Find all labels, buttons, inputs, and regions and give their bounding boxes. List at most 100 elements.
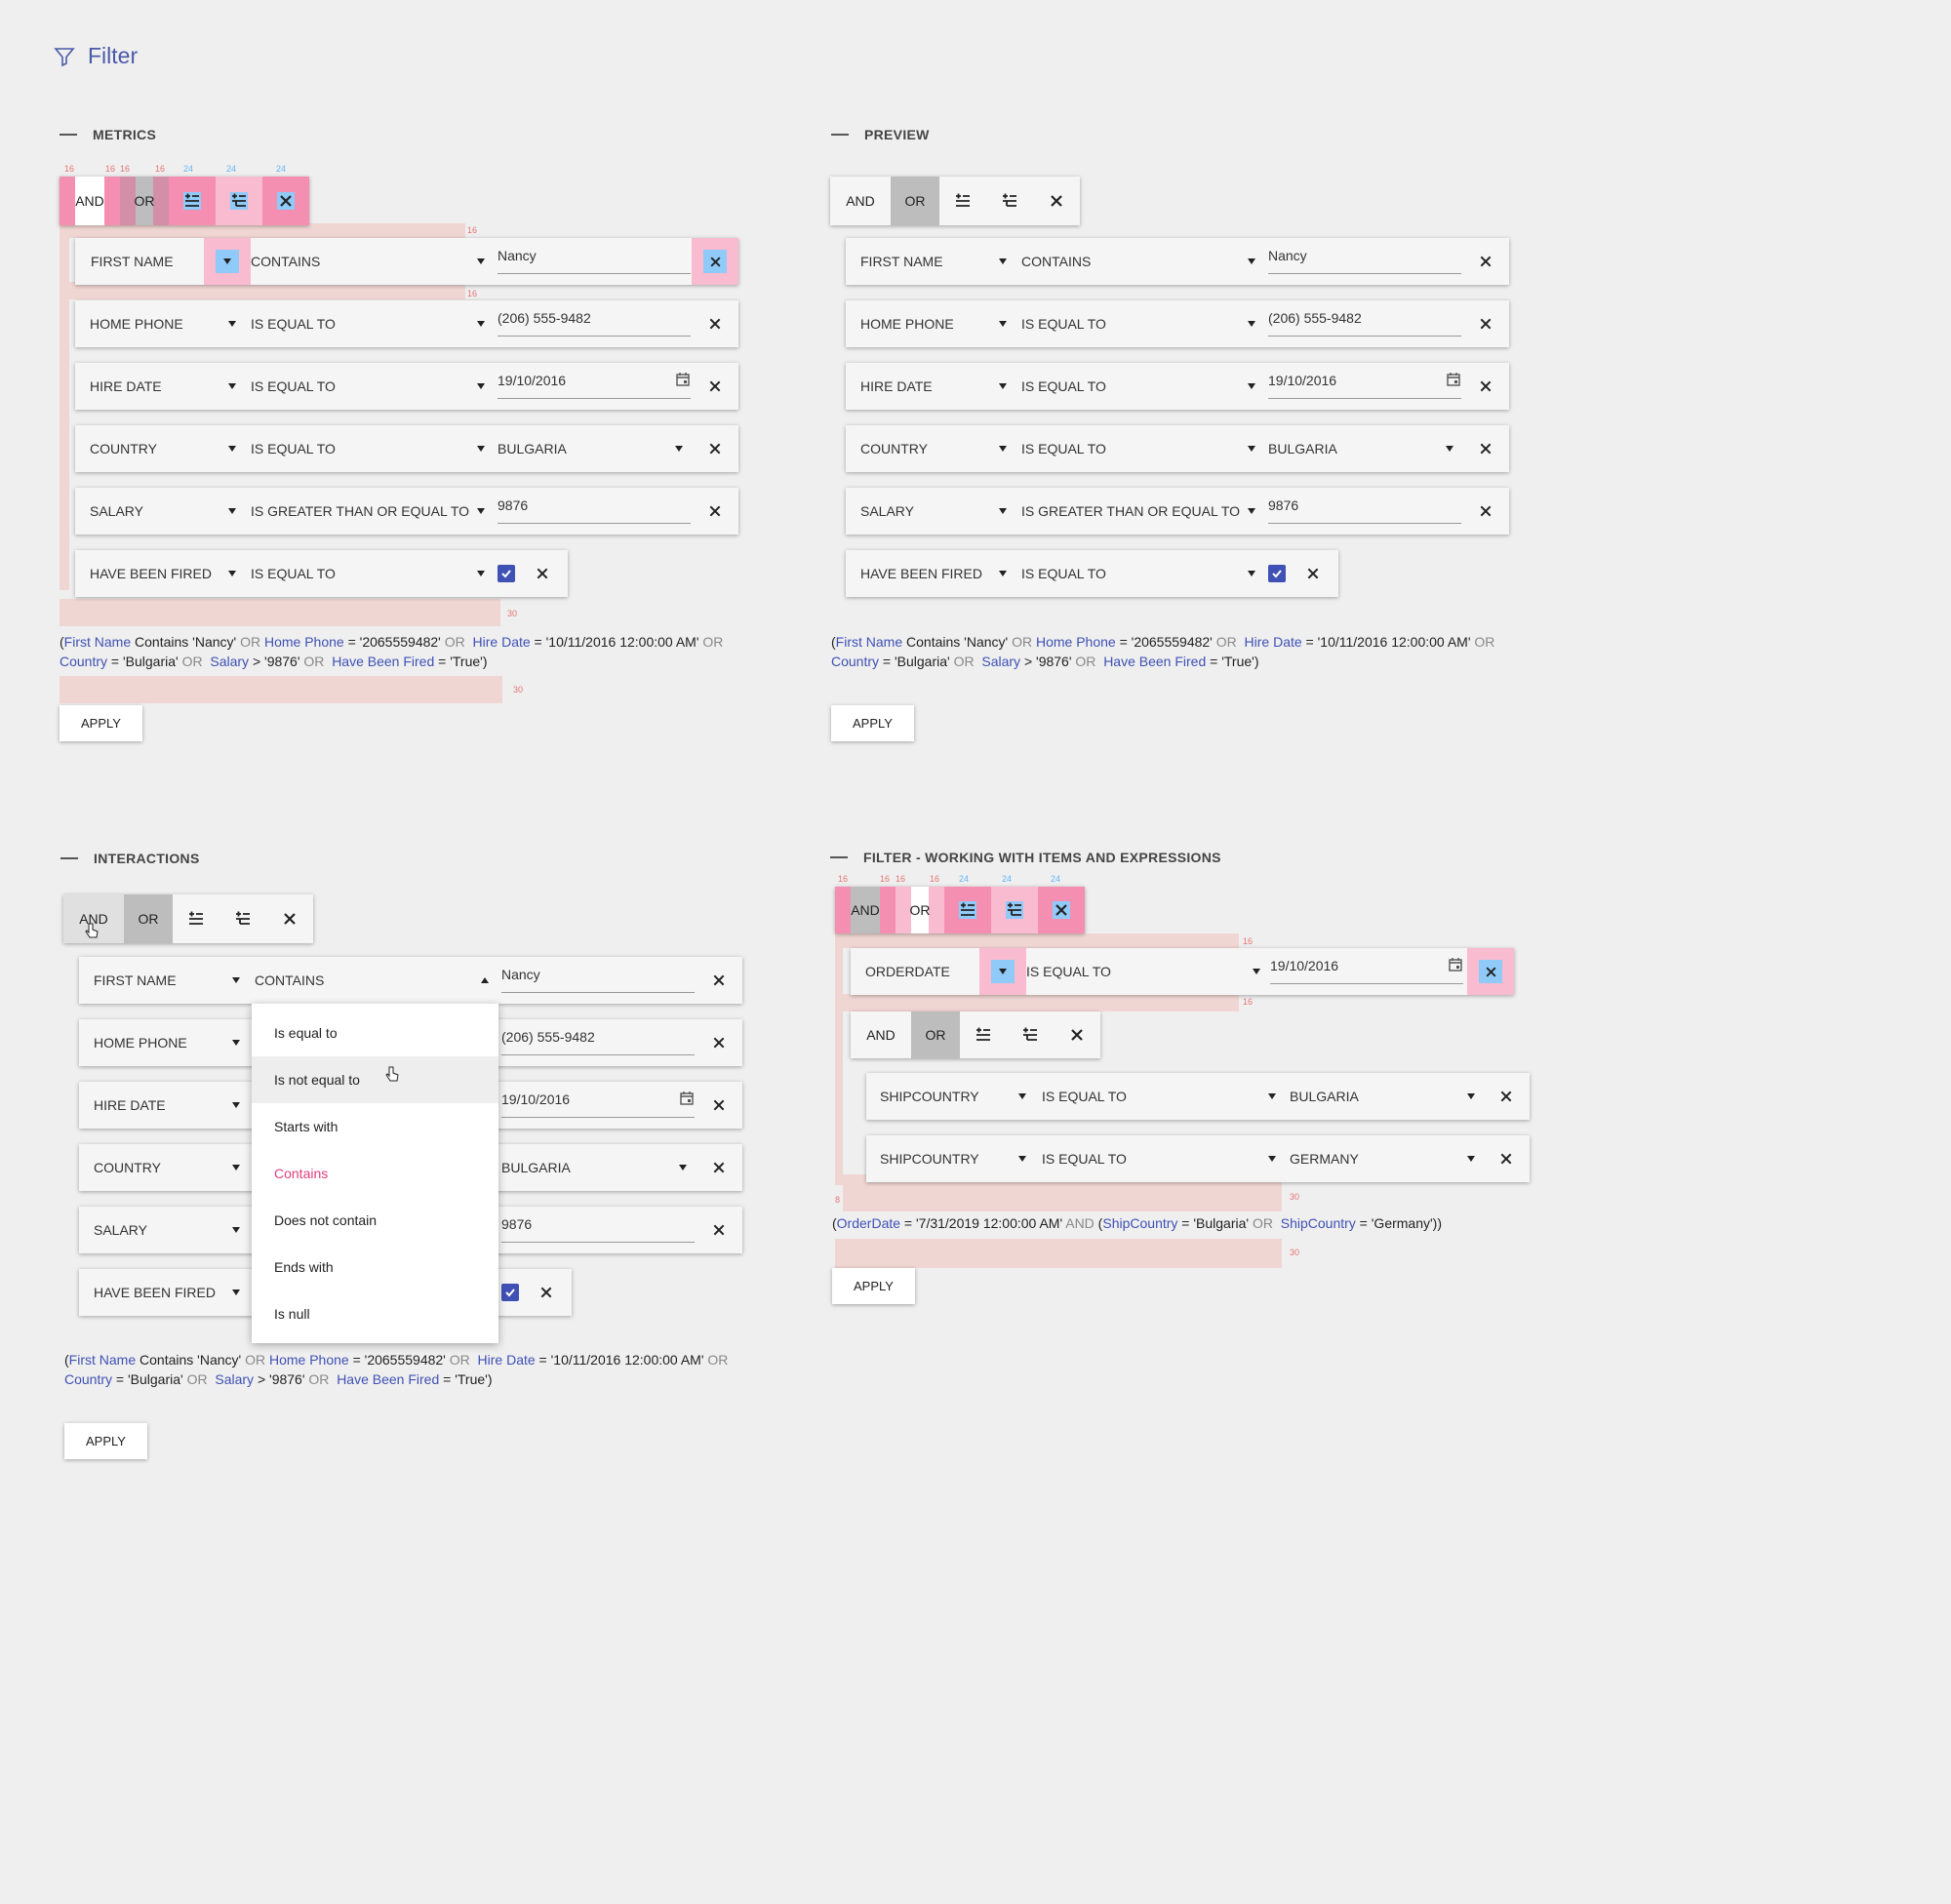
menu-item-selected[interactable]: Contains	[252, 1150, 498, 1197]
add-group-button[interactable]	[991, 887, 1038, 933]
field-select[interactable]: COUNTRY	[860, 425, 1007, 472]
condition-select[interactable]: IS EQUAL TO	[1021, 550, 1255, 597]
remove-row-button[interactable]	[703, 425, 727, 472]
condition-select[interactable]: IS EQUAL TO	[1021, 425, 1255, 472]
calendar-icon[interactable]	[675, 372, 691, 390]
field-select[interactable]: SHIPCOUNTRY	[880, 1135, 1026, 1182]
field-select[interactable]: HIRE DATE	[860, 363, 1007, 410]
remove-row-button[interactable]	[1474, 238, 1497, 285]
value-select[interactable]: BULGARIA	[498, 425, 683, 472]
value-checkbox[interactable]	[498, 550, 515, 597]
delete-button[interactable]	[1038, 887, 1085, 933]
date-input[interactable]: 19/10/2016	[498, 363, 691, 399]
field-select[interactable]: HAVE BEEN FIRED	[90, 550, 236, 597]
remove-row-button[interactable]	[703, 363, 727, 410]
calendar-icon[interactable]	[1446, 372, 1461, 390]
field-select[interactable]: FIRST NAME	[91, 238, 208, 285]
date-input[interactable]: 19/10/2016	[1270, 948, 1463, 984]
field-select[interactable]: SALARY	[860, 488, 1007, 535]
remove-row-button[interactable]	[535, 1269, 558, 1316]
calendar-icon[interactable]	[1448, 957, 1463, 975]
field-select[interactable]: COUNTRY	[90, 425, 236, 472]
remove-row-button[interactable]	[707, 1082, 731, 1129]
field-select[interactable]: HAVE BEEN FIRED	[860, 550, 1007, 597]
remove-row-button[interactable]	[1474, 363, 1497, 410]
field-select[interactable]: HIRE DATE	[94, 1082, 240, 1129]
value-input[interactable]: 9876	[1268, 488, 1461, 524]
remove-row-button[interactable]	[1494, 1135, 1518, 1182]
field-select[interactable]: HOME PHONE	[860, 300, 1007, 347]
value-input[interactable]: 9876	[501, 1207, 695, 1243]
delete-button[interactable]	[1054, 1012, 1100, 1058]
condition-select[interactable]: IS EQUAL TO	[251, 300, 485, 347]
value-select[interactable]: BULGARIA	[1268, 425, 1453, 472]
remove-row-button[interactable]	[703, 300, 727, 347]
apply-button[interactable]: APPLY	[60, 705, 142, 741]
add-condition-button[interactable]	[173, 894, 219, 943]
remove-row-button[interactable]	[1301, 550, 1325, 597]
value-input[interactable]: (206) 555-9482	[1268, 300, 1461, 337]
apply-button[interactable]: APPLY	[832, 1268, 915, 1304]
add-condition-button[interactable]	[939, 177, 986, 225]
remove-row-button[interactable]	[1474, 300, 1497, 347]
field-dropdown-toggle[interactable]	[979, 948, 1026, 995]
remove-row-button[interactable]	[1467, 948, 1514, 995]
field-select[interactable]: HIRE DATE	[90, 363, 236, 410]
delete-button[interactable]	[262, 177, 309, 225]
field-dropdown-toggle[interactable]	[204, 238, 251, 285]
condition-select[interactable]: IS EQUAL TO	[1026, 948, 1260, 995]
and-button[interactable]: AND	[60, 177, 120, 225]
condition-select[interactable]: CONTAINS	[251, 238, 485, 285]
menu-item[interactable]: Ends with	[252, 1244, 498, 1290]
value-input[interactable]: 9876	[498, 488, 691, 524]
remove-row-button[interactable]	[707, 957, 731, 1004]
field-select[interactable]: FIRST NAME	[860, 238, 1007, 285]
value-checkbox[interactable]	[501, 1269, 519, 1316]
add-condition-button[interactable]	[169, 177, 216, 225]
field-select[interactable]: HOME PHONE	[94, 1019, 240, 1066]
remove-row-button[interactable]	[707, 1019, 731, 1066]
value-input[interactable]: Nancy	[1268, 238, 1461, 274]
field-select[interactable]: FIRST NAME	[94, 957, 240, 1004]
calendar-icon[interactable]	[679, 1091, 695, 1109]
date-input[interactable]: 19/10/2016	[1268, 363, 1461, 399]
remove-row-button[interactable]	[1474, 425, 1497, 472]
value-select[interactable]: BULGARIA	[1290, 1073, 1475, 1120]
condition-select[interactable]: IS GREATER THAN OR EQUAL TO	[1021, 488, 1255, 535]
add-group-button[interactable]	[1007, 1012, 1054, 1058]
value-input[interactable]: Nancy	[501, 957, 695, 993]
apply-button[interactable]: APPLY	[64, 1423, 147, 1459]
or-button[interactable]: OR	[124, 894, 173, 943]
condition-select[interactable]: IS EQUAL TO	[251, 363, 485, 410]
add-group-button[interactable]	[986, 177, 1033, 225]
date-input[interactable]: 19/10/2016	[501, 1082, 695, 1118]
menu-item[interactable]: Is not equal to	[252, 1056, 498, 1103]
and-button[interactable]: AND	[835, 887, 896, 933]
field-select[interactable]: COUNTRY	[94, 1144, 240, 1191]
add-group-button[interactable]	[216, 177, 262, 225]
field-select[interactable]: ORDERDATE	[865, 948, 982, 995]
condition-select[interactable]: IS EQUAL TO	[1042, 1073, 1276, 1120]
remove-row-button[interactable]	[1494, 1073, 1518, 1120]
add-group-button[interactable]	[219, 894, 266, 943]
remove-row-button[interactable]	[707, 1207, 731, 1253]
value-input[interactable]: Nancy	[498, 238, 691, 274]
condition-select[interactable]: IS EQUAL TO	[1021, 363, 1255, 410]
menu-item[interactable]: Starts with	[252, 1103, 498, 1150]
menu-item[interactable]: Is null	[252, 1290, 498, 1337]
and-button[interactable]: AND	[851, 1012, 911, 1058]
condition-select[interactable]: IS EQUAL TO	[251, 550, 485, 597]
field-select[interactable]: HAVE BEEN FIRED	[94, 1269, 240, 1316]
condition-select[interactable]: CONTAINS	[1021, 238, 1255, 285]
condition-select[interactable]: IS GREATER THAN OR EQUAL TO	[251, 488, 485, 535]
or-button[interactable]: OR	[896, 887, 944, 933]
or-button[interactable]: OR	[120, 177, 169, 225]
condition-select[interactable]: IS EQUAL TO	[251, 425, 485, 472]
add-condition-button[interactable]	[960, 1012, 1007, 1058]
value-select[interactable]: GERMANY	[1290, 1135, 1475, 1182]
condition-select[interactable]: IS EQUAL TO	[1021, 300, 1255, 347]
menu-item[interactable]: Is equal to	[252, 1010, 498, 1056]
condition-select[interactable]: IS EQUAL TO	[1042, 1135, 1276, 1182]
delete-button[interactable]	[266, 894, 313, 943]
field-select[interactable]: SALARY	[94, 1207, 240, 1253]
